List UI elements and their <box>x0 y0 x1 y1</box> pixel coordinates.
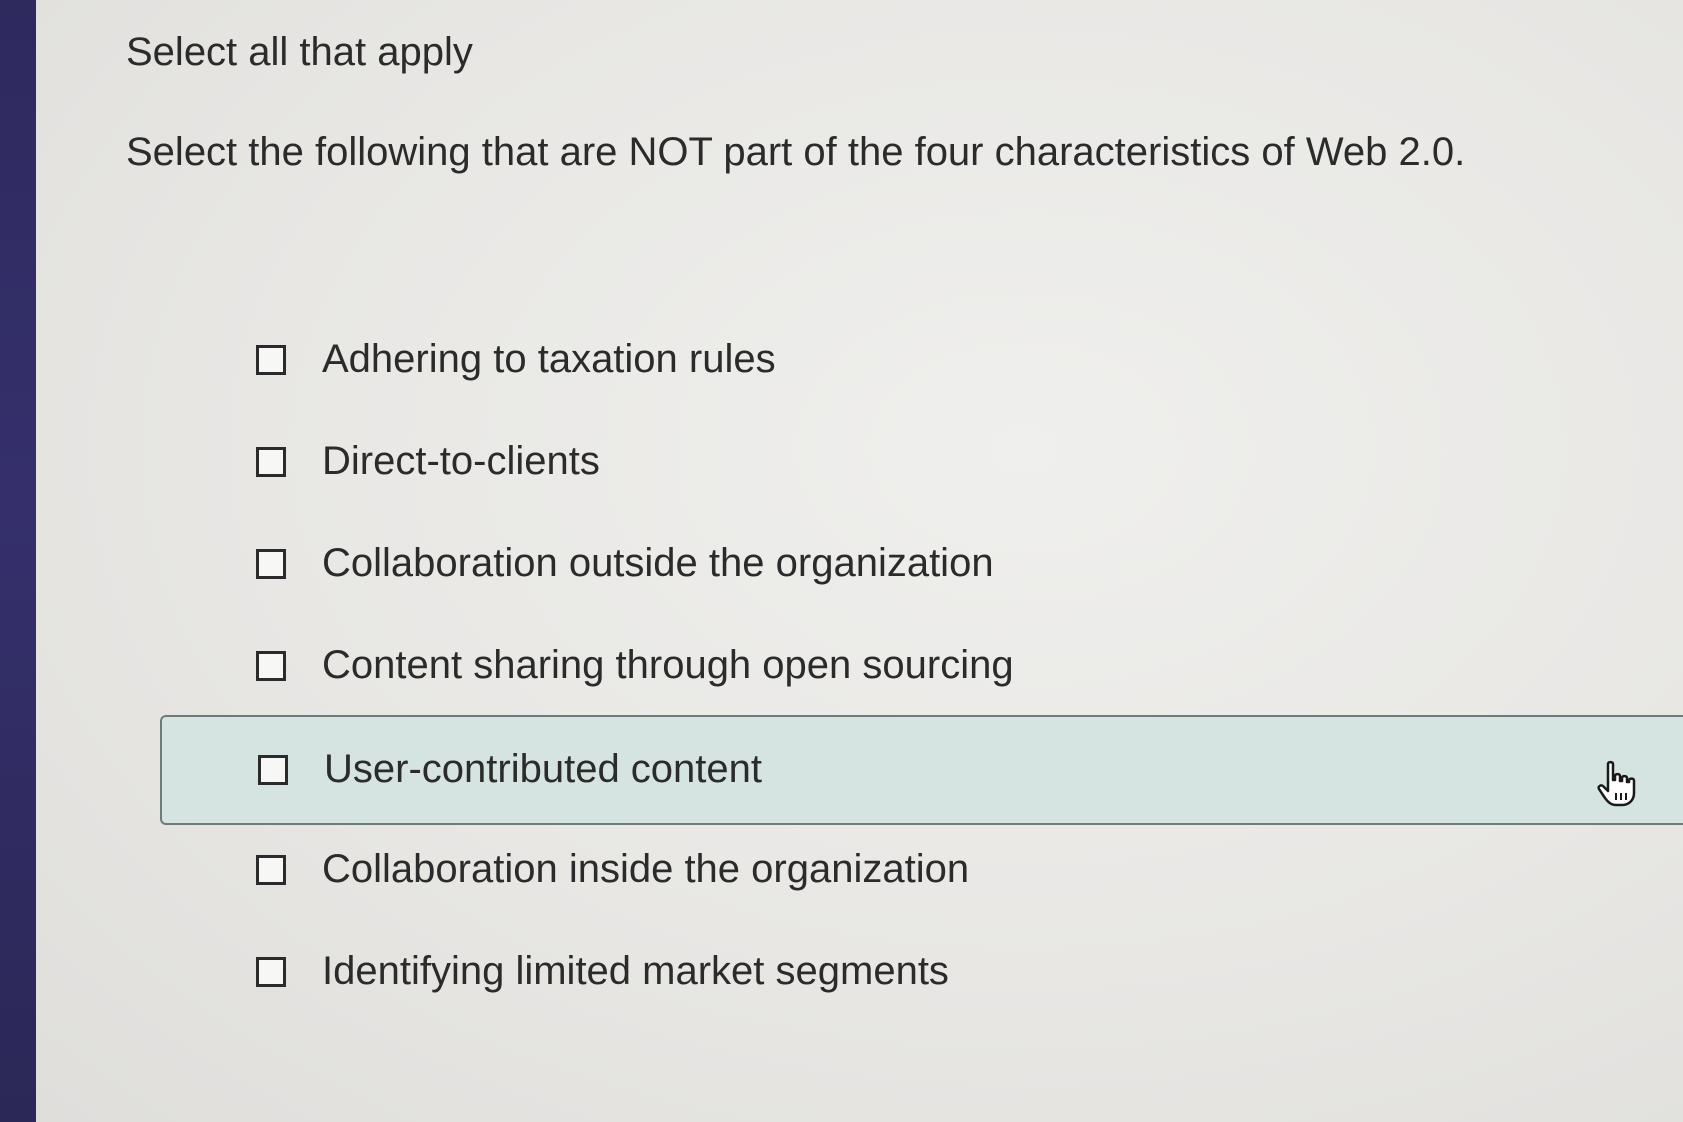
option-adhering-to-taxation-rules[interactable]: Adhering to taxation rules <box>160 307 1683 417</box>
checkbox[interactable] <box>256 957 286 987</box>
option-direct-to-clients[interactable]: Direct-to-clients <box>160 409 1683 519</box>
checkbox[interactable] <box>256 345 286 375</box>
checkbox[interactable] <box>258 755 288 785</box>
option-label: Collaboration outside the organization <box>322 541 994 585</box>
option-content-sharing[interactable]: Content sharing through open sourcing <box>160 613 1683 723</box>
option-identifying-market-segments[interactable]: Identifying limited market segments <box>160 919 1683 1029</box>
option-label: Direct-to-clients <box>322 439 600 483</box>
option-label: Content sharing through open sourcing <box>322 643 1014 687</box>
hand-pointer-icon <box>1597 760 1636 807</box>
checkbox[interactable] <box>256 447 286 477</box>
checkbox[interactable] <box>256 855 286 885</box>
option-collaboration-inside[interactable]: Collaboration inside the organization <box>160 817 1683 927</box>
option-user-contributed-content[interactable]: User-contributed content <box>160 715 1683 825</box>
option-label: Identifying limited market segments <box>322 949 949 993</box>
checkbox[interactable] <box>256 549 286 579</box>
option-label: Collaboration inside the organization <box>322 847 970 891</box>
options-list: Adhering to taxation rules Direct-to-cli… <box>0 0 1683 1122</box>
option-collaboration-outside[interactable]: Collaboration outside the organization <box>160 511 1683 621</box>
checkbox[interactable] <box>256 651 286 681</box>
option-label: User-contributed content <box>324 747 763 791</box>
option-label: Adhering to taxation rules <box>322 337 776 381</box>
